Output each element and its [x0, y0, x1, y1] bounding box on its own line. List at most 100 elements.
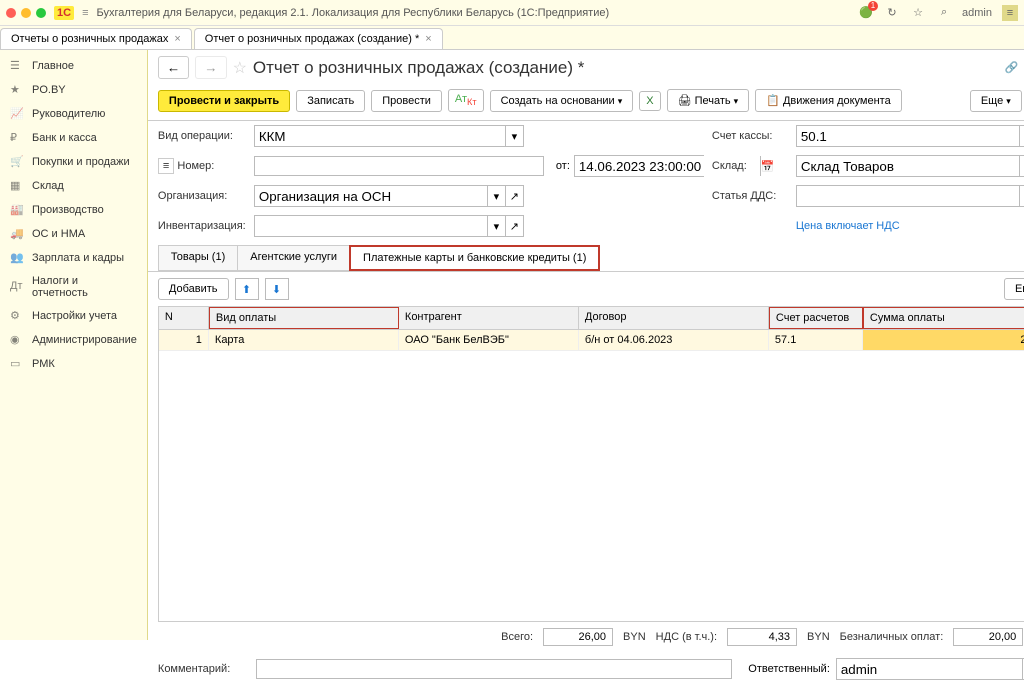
col-amount[interactable]: Сумма оплаты: [863, 307, 1024, 329]
window-tab[interactable]: Отчет о розничных продажах (создание) * ×: [194, 28, 443, 49]
more-button[interactable]: Еще▾: [970, 90, 1022, 112]
dds-label: Статья ДДС:: [712, 190, 792, 202]
chevron-down-icon[interactable]: ▾: [505, 126, 523, 146]
sidebar-item-sales[interactable]: 🛒Покупки и продажи: [0, 150, 147, 174]
move-down-button[interactable]: ⬇: [265, 278, 289, 300]
sidebar-item-admin[interactable]: ◉Администрирование: [0, 328, 147, 352]
cell-counterparty[interactable]: ОАО "Банк БелВЭБ": [399, 330, 579, 350]
currency: BYN: [807, 631, 830, 643]
post-close-button[interactable]: Провести и закрыть: [158, 90, 290, 112]
tab-cards[interactable]: Платежные карты и банковские кредиты (1): [349, 245, 600, 271]
link-icon[interactable]: 🔗: [1005, 61, 1019, 74]
sidebar-item-tax[interactable]: Дт Налоги и отчетность: [0, 270, 147, 304]
vat-link[interactable]: Цена включает НДС: [796, 220, 1024, 232]
chevron-down-icon[interactable]: ▾: [1019, 186, 1024, 206]
bell-icon[interactable]: 🟢1: [858, 5, 874, 21]
sidebar-item-warehouse[interactable]: ▦Склад: [0, 174, 147, 198]
cell-amount[interactable]: 20,00: [863, 330, 1024, 350]
table-row[interactable]: 1 Карта ОАО "Банк БелВЭБ" б/н от 04.06.2…: [159, 330, 1024, 351]
col-contract[interactable]: Договор: [579, 307, 769, 329]
tax-icon: Дт: [10, 280, 24, 294]
inventory-input[interactable]: [255, 216, 487, 236]
col-payment-type[interactable]: Вид оплаты: [209, 307, 399, 329]
responsible-input[interactable]: [837, 659, 1022, 679]
excel-button[interactable]: X: [639, 91, 660, 111]
dds-input[interactable]: [797, 186, 1019, 206]
star-icon: ★: [10, 83, 24, 97]
open-icon[interactable]: ↗: [505, 186, 523, 206]
sidebar-item-label: Настройки учета: [32, 310, 117, 322]
sidebar-item-label: Руководителю: [32, 108, 105, 120]
open-icon[interactable]: ↗: [505, 216, 523, 236]
create-based-button[interactable]: Создать на основании▾: [490, 90, 634, 112]
tab-goods[interactable]: Товары (1): [158, 245, 238, 271]
sidebar-item-bank[interactable]: ₽Банк и касса: [0, 126, 147, 150]
warehouse-input[interactable]: [797, 156, 1019, 176]
window-tab[interactable]: Отчеты о розничных продажах×: [0, 28, 192, 49]
number-label: ≡ Номер:: [158, 160, 250, 172]
cell-payment-type[interactable]: Карта: [209, 330, 399, 350]
sidebar-item-main[interactable]: ☰Главное: [0, 54, 147, 78]
sidebar-item-salary[interactable]: 👥Зарплата и кадры: [0, 246, 147, 270]
sub-more-button[interactable]: Еще▾: [1004, 278, 1024, 300]
cash-account-label: Счет кассы:: [712, 130, 792, 142]
comment-input[interactable]: [256, 659, 732, 679]
favorite-icon[interactable]: ☆: [233, 58, 247, 78]
chevron-down-icon[interactable]: ▾: [1019, 126, 1024, 146]
sidebar-item-label: PO.BY: [32, 84, 66, 96]
cashless-label: Безналичных оплат:: [840, 631, 944, 643]
history-icon[interactable]: ↻: [884, 5, 900, 21]
star-icon[interactable]: ☆: [910, 5, 926, 21]
close-icon[interactable]: ×: [174, 33, 180, 45]
col-counterparty[interactable]: Контрагент: [399, 307, 579, 329]
sidebar-item-poby[interactable]: ★ PO.BY: [0, 78, 147, 102]
forward-button[interactable]: →: [195, 56, 226, 79]
dtKt-button[interactable]: АтКт: [448, 89, 484, 111]
search-icon[interactable]: ⌕: [936, 5, 952, 21]
mac-min-icon[interactable]: [21, 8, 31, 18]
sidebar-item-rmk[interactable]: ▭РМК: [0, 352, 147, 376]
date-label: от:: [556, 160, 570, 172]
hamburger-icon[interactable]: ≡: [82, 7, 88, 19]
operation-type-label: Вид операции:: [158, 130, 250, 142]
col-account[interactable]: Счет расчетов: [769, 307, 863, 329]
number-input[interactable]: [254, 156, 544, 176]
back-button[interactable]: ←: [158, 56, 189, 79]
movements-button[interactable]: 📋 Движения документа: [755, 89, 902, 112]
add-button[interactable]: Добавить: [158, 278, 229, 300]
chevron-down-icon: ▾: [734, 96, 739, 106]
write-button[interactable]: Записать: [296, 90, 365, 112]
print-button[interactable]: 🖨 Печать▾: [667, 89, 750, 112]
sidebar-item-label: Налоги и отчетность: [32, 275, 137, 299]
bell-badge: 1: [868, 1, 878, 11]
sidebar-item-manager[interactable]: 📈Руководителю: [0, 102, 147, 126]
window-tab-label: Отчет о розничных продажах (создание) *: [205, 33, 419, 45]
people-icon: 👥: [10, 251, 24, 265]
chevron-down-icon[interactable]: ▾: [487, 186, 505, 206]
chevron-down-icon[interactable]: ▾: [487, 216, 505, 236]
move-up-button[interactable]: ⬆: [235, 278, 259, 300]
cell-account[interactable]: 57.1: [769, 330, 863, 350]
cash-account-input[interactable]: [797, 126, 1019, 146]
close-icon[interactable]: ×: [425, 33, 431, 45]
sidebar-item-settings[interactable]: ⚙Настройки учета: [0, 304, 147, 328]
org-label: Организация:: [158, 190, 250, 202]
mac-close-icon[interactable]: [6, 8, 16, 18]
col-n[interactable]: N: [159, 307, 209, 329]
sidebar-item-production[interactable]: 🏭Производство: [0, 198, 147, 222]
tab-agent[interactable]: Агентские услуги: [237, 245, 350, 271]
chevron-down-icon[interactable]: ▾: [1019, 156, 1024, 176]
sidebar-item-label: Банк и касса: [32, 132, 97, 144]
sidebar-item-assets[interactable]: 🚚ОС и НМА: [0, 222, 147, 246]
post-button[interactable]: Провести: [371, 90, 442, 112]
menu-icon[interactable]: ≡: [1002, 5, 1018, 21]
sidebar-item-label: Склад: [32, 180, 64, 192]
table-empty-area[interactable]: [159, 351, 1024, 621]
sidebar-item-label: Главное: [32, 60, 74, 72]
cell-contract[interactable]: б/н от 04.06.2023: [579, 330, 769, 350]
mac-max-icon[interactable]: [36, 8, 46, 18]
truck-icon: 🚚: [10, 227, 24, 241]
operation-type-input[interactable]: [255, 126, 505, 146]
org-input[interactable]: [255, 186, 487, 206]
responsible-label: Ответственный:: [748, 663, 830, 675]
